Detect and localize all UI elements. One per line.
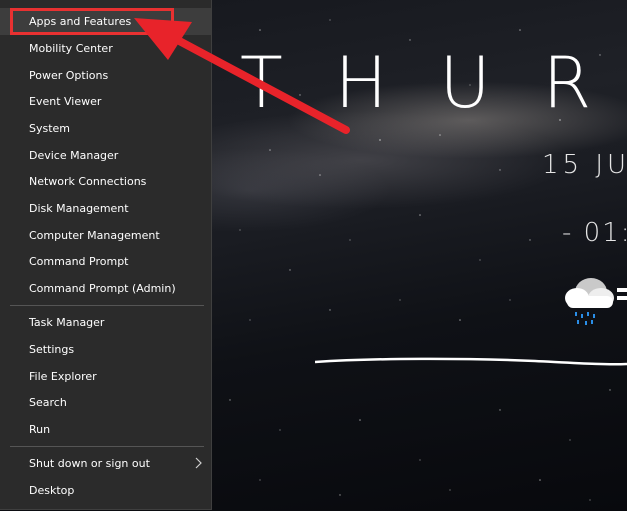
menu-item-command-prompt-admin[interactable]: Command Prompt (Admin)	[0, 275, 211, 302]
menu-item-apps-and-features[interactable]: Apps and Features	[0, 8, 211, 35]
menu-item-label: Task Manager	[29, 316, 105, 329]
menu-item-power-options[interactable]: Power Options	[0, 62, 211, 89]
menu-item-label: Command Prompt (Admin)	[29, 282, 176, 295]
menu-item-desktop[interactable]: Desktop	[0, 477, 211, 504]
wallpaper-time: - 01:5	[562, 218, 627, 248]
menu-item-computer-management[interactable]: Computer Management	[0, 222, 211, 249]
menu-item-label: Power Options	[29, 69, 109, 82]
menu-item-disk-management[interactable]: Disk Management	[0, 195, 211, 222]
menu-item-mobility-center[interactable]: Mobility Center	[0, 35, 211, 62]
menu-item-label: Apps and Features	[29, 15, 132, 28]
menu-item-label: Desktop	[29, 484, 75, 497]
menu-item-label: System	[29, 122, 71, 135]
menu-item-label: Event Viewer	[29, 95, 102, 108]
menu-item-search[interactable]: Search	[0, 389, 211, 416]
wallpaper-date: 15 JUL	[542, 150, 627, 180]
menu-item-label: Device Manager	[29, 149, 119, 162]
menu-item-settings[interactable]: Settings	[0, 336, 211, 363]
menu-item-event-viewer[interactable]: Event Viewer	[0, 88, 211, 115]
menu-item-label: Settings	[29, 343, 75, 356]
winx-power-menu: Apps and Features Mobility Center Power …	[0, 0, 212, 510]
menu-item-label: Command Prompt	[29, 255, 129, 268]
wallpaper-divider	[315, 357, 627, 366]
menu-item-network-connections[interactable]: Network Connections	[0, 168, 211, 195]
menu-separator	[10, 305, 204, 306]
menu-item-label: Network Connections	[29, 175, 147, 188]
menu-item-label: Computer Management	[29, 229, 160, 242]
menu-item-label: Shut down or sign out	[29, 457, 150, 470]
menu-item-device-manager[interactable]: Device Manager	[0, 142, 211, 169]
menu-item-run[interactable]: Run	[0, 416, 211, 443]
wallpaper-title: THUR	[240, 42, 627, 124]
menu-item-label: Search	[29, 396, 67, 409]
rain-cloud-icon	[565, 278, 627, 325]
menu-item-label: Disk Management	[29, 202, 129, 215]
menu-item-file-explorer[interactable]: File Explorer	[0, 363, 211, 390]
menu-item-label: File Explorer	[29, 370, 97, 383]
menu-item-system[interactable]: System	[0, 115, 211, 142]
menu-item-command-prompt[interactable]: Command Prompt	[0, 248, 211, 275]
menu-item-label: Mobility Center	[29, 42, 113, 55]
menu-item-shut-down-or-sign-out[interactable]: Shut down or sign out	[0, 450, 211, 477]
chevron-right-icon	[195, 457, 202, 469]
menu-item-label: Run	[29, 423, 51, 436]
menu-separator	[10, 446, 204, 447]
menu-item-task-manager[interactable]: Task Manager	[0, 309, 211, 336]
